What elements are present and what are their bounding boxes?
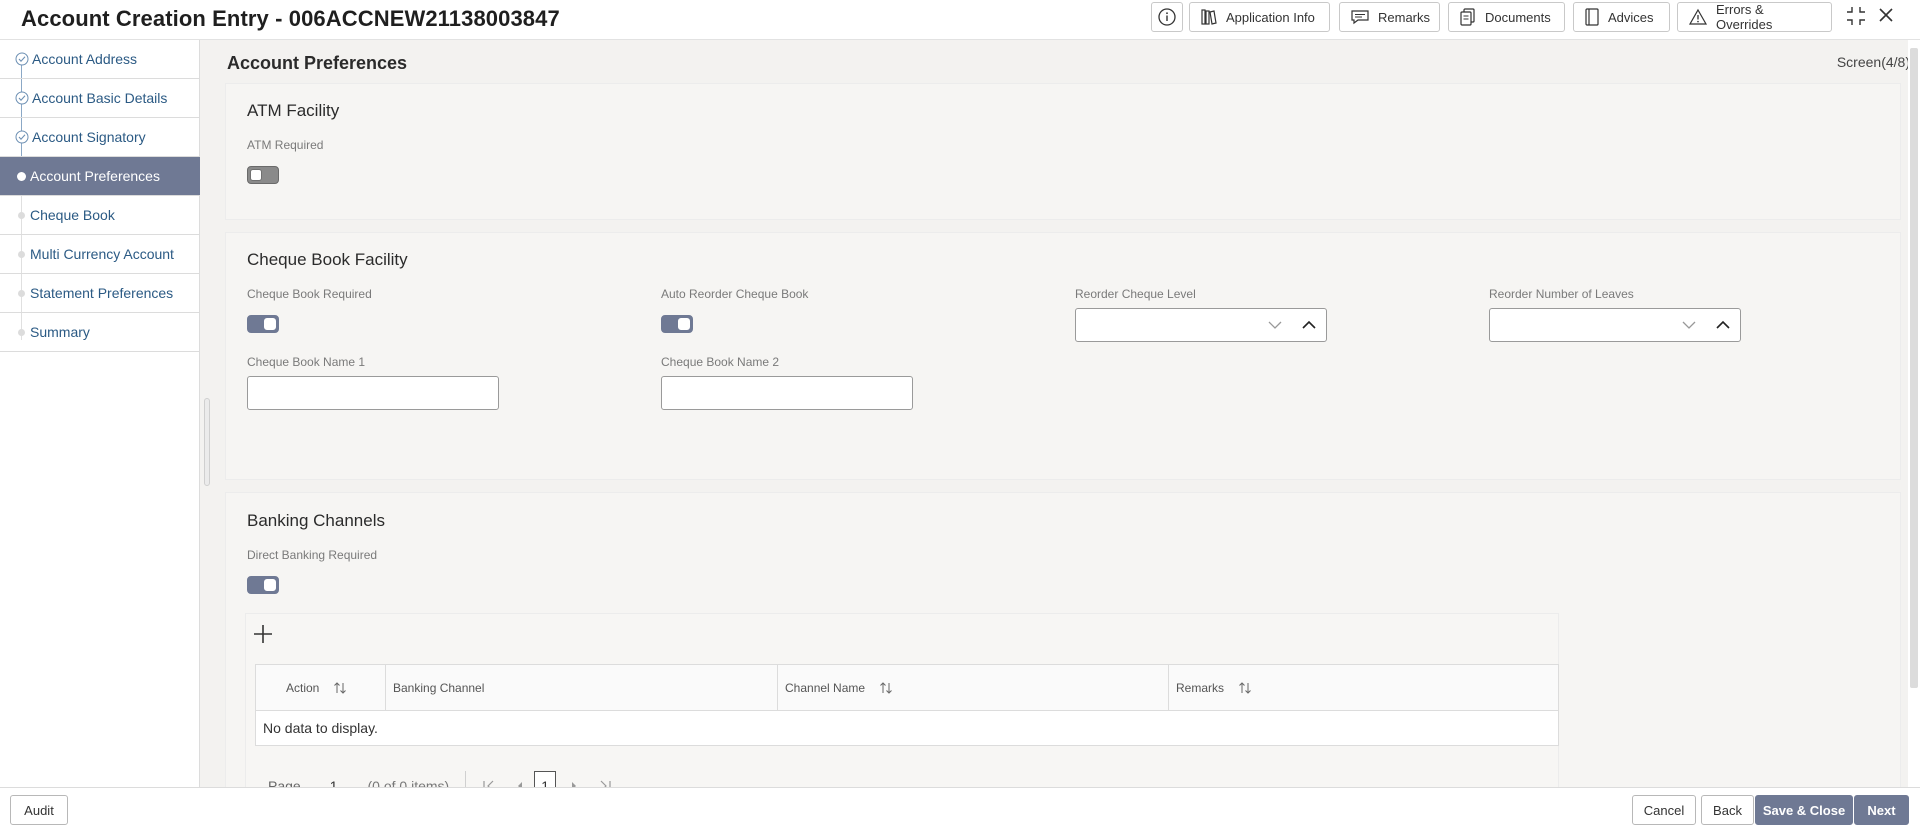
documents-label: Documents <box>1485 9 1551 25</box>
section-title-banking: Banking Channels <box>247 511 385 530</box>
collapse-icon <box>1847 7 1865 25</box>
cheque-book-name-2-label: Cheque Book Name 2 <box>661 355 780 369</box>
errors-overrides-button[interactable]: Errors & Overrides <box>1677 2 1832 32</box>
chevron-down-icon[interactable] <box>1268 320 1282 330</box>
advices-button[interactable]: Advices <box>1573 2 1670 32</box>
advices-icon <box>1585 8 1599 26</box>
reorder-cheque-level-label: Reorder Cheque Level <box>1075 287 1196 301</box>
auto-reorder-label: Auto Reorder Cheque Book <box>661 287 809 301</box>
wizard-sidebar: Account Address Account Basic Details Ac… <box>0 40 200 787</box>
table-header-row: Action Banking Channel Channel Name Rema… <box>256 665 1558 711</box>
page-header-title: Account Creation Entry - 006ACCNEW211380… <box>21 6 560 31</box>
atm-required-toggle[interactable] <box>247 166 279 184</box>
documents-icon <box>1460 8 1475 26</box>
empty-table-message: No data to display. <box>263 720 378 736</box>
main-content: Account Preferences Screen(4/8) ATM Faci… <box>210 40 1910 828</box>
application-info-label: Application Info <box>1226 9 1315 25</box>
advices-label: Advices <box>1608 9 1654 25</box>
check-circle-icon <box>15 52 29 66</box>
remarks-button[interactable]: Remarks <box>1339 2 1440 32</box>
close-button[interactable] <box>1877 6 1895 29</box>
reorder-number-of-leaves-input[interactable] <box>1489 308 1741 342</box>
remarks-label: Remarks <box>1378 9 1431 25</box>
banking-channels-section: Banking Channels Direct Banking Required… <box>225 492 1901 828</box>
page-title: Account Preferences <box>227 53 408 73</box>
cheque-book-name-1-field[interactable] <box>247 376 499 410</box>
sidebar-item-statement-preferences[interactable]: Statement Preferences <box>0 274 200 313</box>
step-dot-icon <box>18 250 25 258</box>
application-info-button[interactable]: Application Info <box>1189 2 1330 32</box>
cheque-book-name-1-label: Cheque Book Name 1 <box>247 355 366 369</box>
cancel-button[interactable]: Cancel <box>1632 795 1696 825</box>
scrollbar-thumb[interactable] <box>1910 48 1918 688</box>
section-title-cheque: Cheque Book Facility <box>247 250 408 269</box>
app-header: Account Creation Entry - 006ACCNEW211380… <box>0 0 1920 40</box>
next-button[interactable]: Next <box>1854 795 1909 825</box>
vertical-scrollbar[interactable] <box>1908 40 1920 787</box>
errors-overrides-label: Errors & Overrides <box>1716 2 1773 32</box>
close-icon <box>1879 8 1893 22</box>
sidebar-item-account-address[interactable]: Account Address <box>0 40 200 79</box>
chevron-down-icon[interactable] <box>1682 320 1696 330</box>
step-dot-icon <box>18 211 25 219</box>
atm-required-label: ATM Required <box>247 138 324 152</box>
step-dot-icon <box>18 289 25 297</box>
remarks-icon <box>1351 10 1369 25</box>
sidebar-item-label: Account Signatory <box>32 129 146 145</box>
screen-indicator: Screen(4/8) <box>1836 54 1910 70</box>
audit-button[interactable]: Audit <box>10 795 68 825</box>
sidebar-item-account-basic-details[interactable]: Account Basic Details <box>0 79 200 118</box>
sidebar-item-summary[interactable]: Summary <box>0 313 200 352</box>
column-header-banking-channel[interactable]: Banking Channel <box>386 665 778 711</box>
add-row-button[interactable] <box>251 622 275 646</box>
documents-button[interactable]: Documents <box>1448 2 1565 32</box>
check-circle-icon <box>15 130 29 144</box>
sidebar-item-label: Multi Currency Account <box>30 246 174 262</box>
chevron-up-icon[interactable] <box>1302 320 1316 330</box>
banking-channels-table: Action Banking Channel Channel Name Rema… <box>255 664 1559 746</box>
column-header-channel-name[interactable]: Channel Name <box>778 665 1169 711</box>
plus-icon <box>254 625 272 643</box>
sidebar-item-account-signatory[interactable]: Account Signatory <box>0 118 200 157</box>
step-dot-icon <box>17 171 26 181</box>
back-button[interactable]: Back <box>1701 795 1754 825</box>
reorder-number-of-leaves-label: Reorder Number of Leaves <box>1489 287 1634 301</box>
cheque-book-required-label: Cheque Book Required <box>247 287 372 301</box>
sidebar-item-label: Statement Preferences <box>30 285 174 301</box>
column-header-action[interactable]: Action <box>256 665 386 711</box>
column-header-remarks[interactable]: Remarks <box>1169 665 1558 711</box>
step-dot-icon <box>18 328 25 336</box>
reorder-cheque-level-input[interactable] <box>1075 308 1327 342</box>
sort-icon[interactable] <box>1238 682 1252 694</box>
cheque-book-required-toggle[interactable] <box>247 315 279 333</box>
direct-banking-required-toggle[interactable] <box>247 576 279 594</box>
sidebar-item-label: Account Address <box>32 51 138 67</box>
save-close-button[interactable]: Save & Close <box>1755 795 1853 825</box>
sidebar-item-label: Account Preferences <box>30 168 160 184</box>
footer-bar: Audit Cancel Back Save & Close Next <box>0 787 1920 828</box>
cheque-book-facility-section: Cheque Book Facility Cheque Book Require… <box>225 232 1901 480</box>
sort-icon[interactable] <box>333 682 347 694</box>
sidebar-item-account-preferences[interactable]: Account Preferences <box>0 157 200 196</box>
info-button[interactable] <box>1151 2 1183 32</box>
sidebar-item-cheque-book[interactable]: Cheque Book <box>0 196 200 235</box>
application-info-icon <box>1201 9 1217 25</box>
sidebar-item-label: Summary <box>30 324 90 340</box>
atm-facility-section: ATM Facility ATM Required <box>225 83 1901 220</box>
table-empty-row: No data to display. <box>256 711 1558 745</box>
sort-icon[interactable] <box>879 682 893 694</box>
collapse-button[interactable] <box>1845 4 1867 33</box>
info-icon <box>1158 8 1176 26</box>
warning-icon <box>1688 8 1708 25</box>
sidebar-item-label: Cheque Book <box>30 207 115 223</box>
auto-reorder-toggle[interactable] <box>661 315 693 333</box>
section-title-atm: ATM Facility <box>247 101 340 120</box>
check-circle-icon <box>15 91 29 105</box>
sidebar-item-label: Account Basic Details <box>32 90 168 106</box>
chevron-up-icon[interactable] <box>1716 320 1730 330</box>
sidebar-item-multi-currency-account[interactable]: Multi Currency Account <box>0 235 200 274</box>
direct-banking-required-label: Direct Banking Required <box>247 548 378 562</box>
cheque-book-name-2-field[interactable] <box>661 376 913 410</box>
